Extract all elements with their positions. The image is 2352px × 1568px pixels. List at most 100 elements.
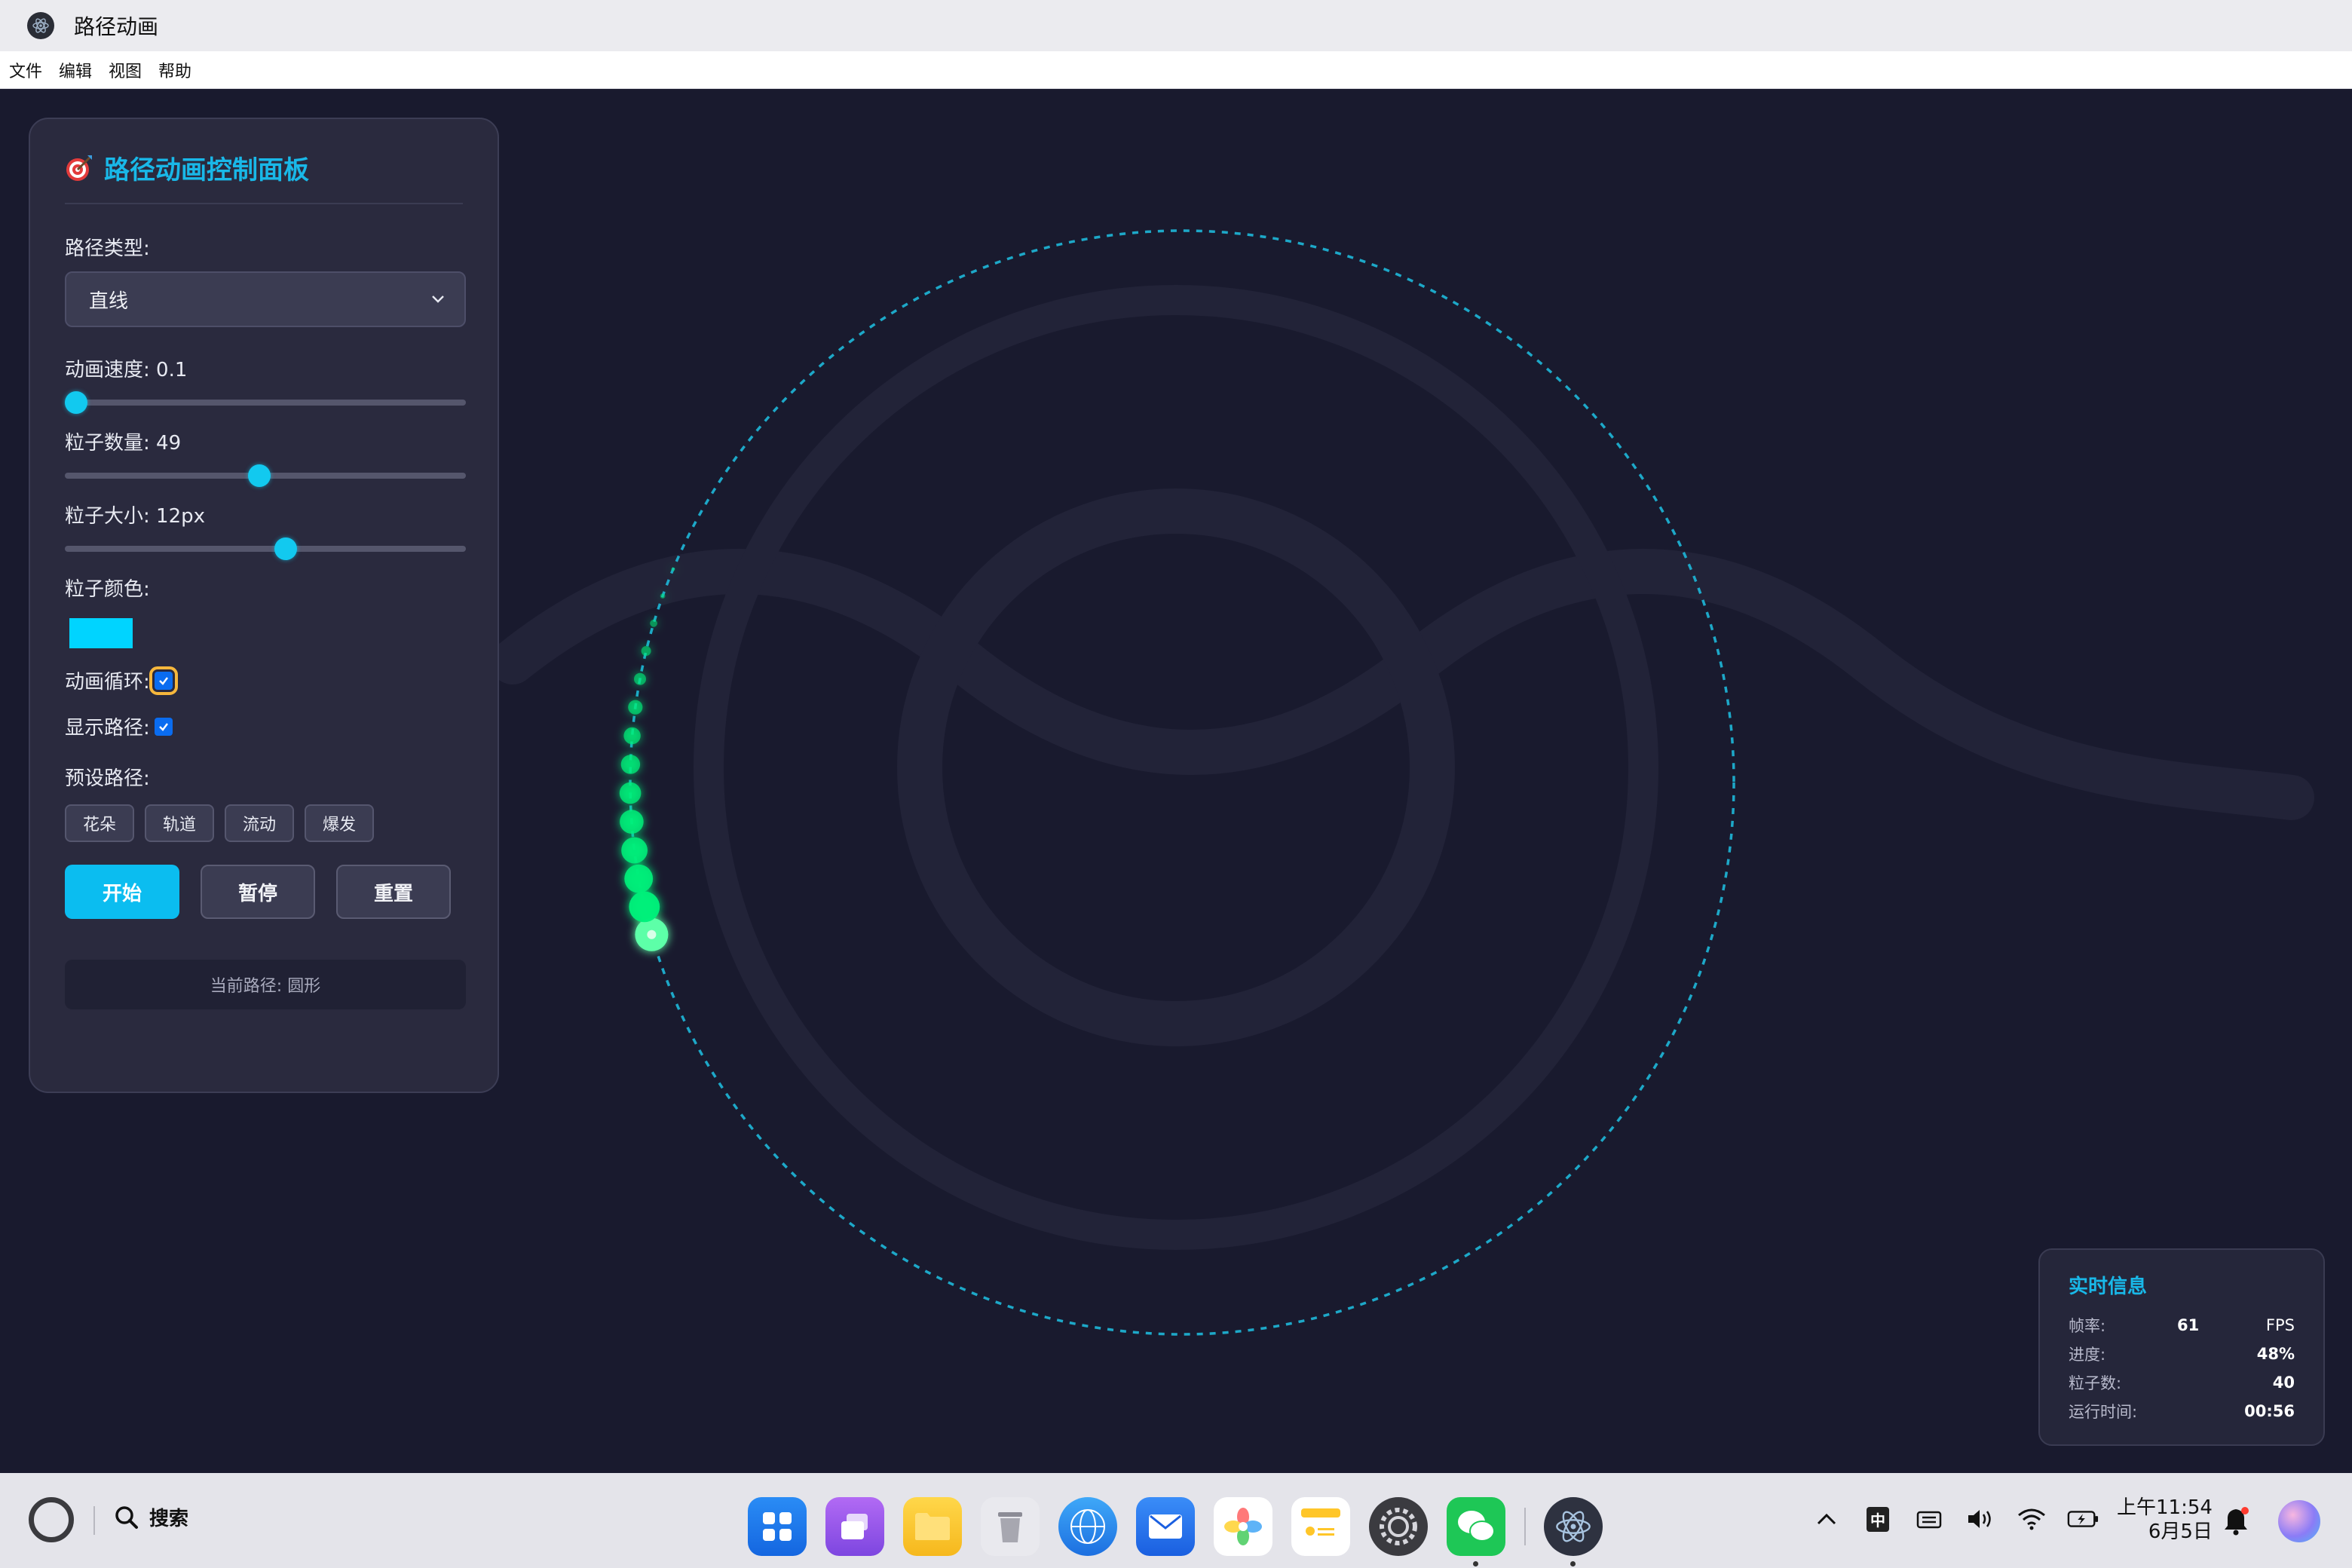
count-label: 粒子数量: 49 (65, 432, 182, 455)
preset-flow-button[interactable]: 流动 (225, 804, 295, 842)
pause-button[interactable]: 暂停 (201, 865, 315, 919)
multitask-icon[interactable] (825, 1497, 884, 1556)
photos-icon[interactable] (1214, 1497, 1272, 1556)
speed-slider[interactable] (65, 390, 466, 414)
assistant-icon[interactable] (2278, 1500, 2320, 1542)
action-buttons: 开始 暂停 重置 (65, 865, 463, 919)
trash-icon[interactable] (981, 1497, 1040, 1556)
particle-head (647, 929, 657, 939)
color-label: 粒子颜色: (65, 578, 150, 601)
count-slider[interactable] (65, 463, 466, 487)
speed-slider-track (65, 400, 466, 406)
path-type-value: 直线 (89, 289, 129, 313)
menu-edit[interactable]: 编辑 (59, 58, 92, 82)
start-button[interactable]: 开始 (65, 865, 179, 919)
runtime-label: 运行时间: (2069, 1403, 2138, 1421)
animation-canvas[interactable]: 路径动画控制面板 路径类型: 直线 动画速度: 0.1 粒子数量: 49 粒子大… (0, 89, 2352, 1473)
preset-flower-button[interactable]: 花朵 (65, 804, 135, 842)
target-icon (66, 155, 92, 181)
electron-app-icon[interactable] (1544, 1497, 1603, 1566)
progress-value: 48% (2256, 1345, 2295, 1363)
count-slider-thumb[interactable] (248, 464, 271, 487)
menu-view[interactable]: 视图 (109, 58, 142, 82)
dock (748, 1497, 1622, 1566)
particle (660, 593, 666, 599)
keyboard-icon[interactable] (1913, 1503, 1945, 1535)
speed-slider-thumb[interactable] (65, 391, 87, 414)
taskbar-search[interactable]: 搜索 (113, 1503, 188, 1531)
size-slider[interactable] (65, 536, 466, 560)
fps-unit: FPS (2265, 1316, 2295, 1334)
show-path-checkbox[interactable] (154, 717, 173, 736)
loop-checkbox[interactable] (149, 666, 178, 695)
menu-file[interactable]: 文件 (9, 58, 42, 82)
taskbar: 搜索 中 上午11:54 6月5日 (0, 1473, 2352, 1568)
fps-value: 61 (2177, 1316, 2200, 1334)
info-title: 实时信息 (2069, 1276, 2148, 1298)
panel-title: 路径动画控制面板 (65, 149, 463, 204)
system-tray: 中 (1811, 1503, 2099, 1535)
particles-value: 40 (2272, 1374, 2295, 1392)
progress-label: 进度: (2069, 1346, 2106, 1364)
particle (671, 567, 675, 571)
start-button-icon[interactable] (29, 1497, 74, 1542)
circular-path (629, 229, 1735, 1336)
clock-date: 6月5日 (2148, 1521, 2213, 1543)
loop-row: 动画循环: (65, 666, 463, 695)
browser-icon[interactable] (1058, 1497, 1117, 1556)
particle-trail (619, 567, 675, 951)
particle (620, 755, 641, 774)
mail-icon[interactable] (1136, 1497, 1195, 1556)
panel-title-text: 路径动画控制面板 (104, 155, 309, 185)
dock-separator (1524, 1508, 1526, 1545)
particle (650, 619, 657, 627)
wifi-icon[interactable] (2016, 1503, 2047, 1535)
clock[interactable]: 上午11:54 6月5日 (2117, 1496, 2213, 1544)
title-bar: 路径动画 (0, 0, 2352, 51)
electron-app-icon (27, 12, 54, 39)
fps-row: 帧率: 61 FPS (2069, 1311, 2295, 1340)
notification-bell-icon[interactable] (2222, 1506, 2249, 1539)
current-path-status: 当前路径: 圆形 (65, 960, 466, 1009)
loop-label: 动画循环: (65, 671, 150, 694)
presets-label: 预设路径: (65, 767, 150, 790)
launcher-icon[interactable] (748, 1497, 807, 1556)
particle (619, 782, 642, 804)
reset-button[interactable]: 重置 (336, 865, 451, 919)
particle (620, 810, 644, 834)
particle-color-picker[interactable] (68, 617, 134, 650)
path-type-label: 路径类型: (65, 237, 150, 260)
chevron-down-icon (432, 296, 444, 303)
input-method-indicator[interactable]: 中 (1862, 1503, 1894, 1535)
menu-help[interactable]: 帮助 (158, 58, 191, 82)
background-waves (490, 285, 2314, 1250)
battery-icon[interactable] (2067, 1503, 2099, 1535)
menu-bar: 文件 编辑 视图 帮助 (0, 51, 2352, 89)
particle (629, 891, 660, 923)
path-type-select[interactable]: 直线 (65, 271, 466, 327)
ime-label: 中 (1867, 1506, 1889, 1532)
fps-label: 帧率: (2069, 1317, 2106, 1335)
runtime-value: 00:56 (2244, 1402, 2295, 1420)
particles-label: 粒子数: (2069, 1374, 2122, 1392)
particle (624, 864, 654, 893)
preset-orbit-button[interactable]: 轨道 (145, 804, 215, 842)
running-indicator (1473, 1561, 1478, 1566)
particle (621, 837, 648, 864)
wechat-icon[interactable] (1447, 1497, 1505, 1566)
notes-icon[interactable] (1291, 1497, 1350, 1556)
check-icon (158, 722, 168, 731)
particles-row: 粒子数: 40 (2069, 1368, 2295, 1397)
size-slider-track (65, 546, 466, 552)
chevron-up-icon[interactable] (1811, 1503, 1842, 1535)
particle (634, 672, 646, 685)
show-path-label: 显示路径: (65, 717, 150, 740)
particle (641, 646, 651, 656)
volume-icon[interactable] (1965, 1503, 1996, 1535)
progress-row: 进度: 48% (2069, 1340, 2295, 1368)
preset-burst-button[interactable]: 爆发 (305, 804, 375, 842)
size-label: 粒子大小: 12px (65, 505, 205, 528)
size-slider-thumb[interactable] (274, 537, 297, 560)
files-icon[interactable] (903, 1497, 962, 1556)
settings-icon[interactable] (1369, 1497, 1428, 1556)
